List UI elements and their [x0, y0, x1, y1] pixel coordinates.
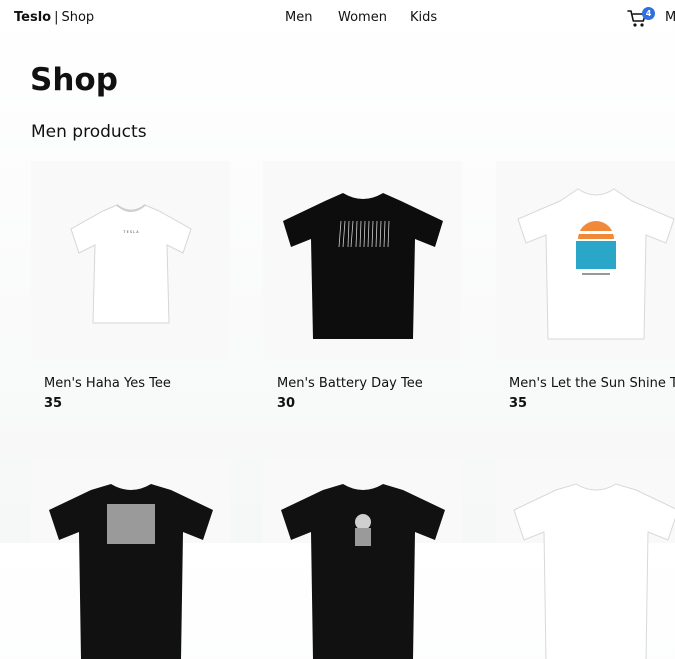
tshirt-icon: [283, 193, 443, 339]
product-price: 30: [277, 396, 296, 411]
tshirt-icon: [281, 484, 445, 659]
product-title[interactable]: Men's Let the Sun Shine Tee: [509, 376, 675, 391]
product-card-image[interactable]: [496, 161, 675, 360]
product-card-image[interactable]: [263, 460, 462, 659]
brand-separator: |: [54, 10, 59, 25]
page-title: Shop: [30, 62, 118, 98]
brand-section: Shop: [61, 10, 95, 25]
tshirt-icon: [49, 484, 213, 659]
brand-logo-link[interactable]: Teslo | Shop: [14, 10, 94, 25]
brand-name: Teslo: [14, 10, 52, 25]
product-card-image[interactable]: [31, 460, 230, 659]
product-card-image[interactable]: [263, 161, 462, 360]
nav-link-women[interactable]: Women: [338, 10, 387, 25]
svg-text:T E S L A: T E S L A: [122, 230, 139, 234]
tshirt-icon: T E S L A: [70, 204, 192, 324]
page-subtitle: Men products: [31, 122, 147, 142]
product-title[interactable]: Men's Haha Yes Tee: [44, 376, 171, 391]
product-price: 35: [509, 396, 528, 411]
product-title[interactable]: Men's Battery Day Tee: [277, 376, 423, 391]
menu-button[interactable]: M: [665, 10, 675, 25]
tshirt-icon: [513, 483, 675, 659]
nav-link-kids[interactable]: Kids: [410, 10, 437, 25]
product-price: 35: [44, 396, 63, 411]
product-card-image[interactable]: [496, 460, 675, 659]
product-card-image[interactable]: T E S L A: [31, 161, 230, 360]
tshirt-icon: [517, 188, 675, 340]
cart-count-badge: 4: [642, 7, 655, 20]
top-navbar: Teslo | Shop Men Women Kids 4 M: [0, 0, 675, 36]
nav-link-men[interactable]: Men: [285, 10, 312, 25]
